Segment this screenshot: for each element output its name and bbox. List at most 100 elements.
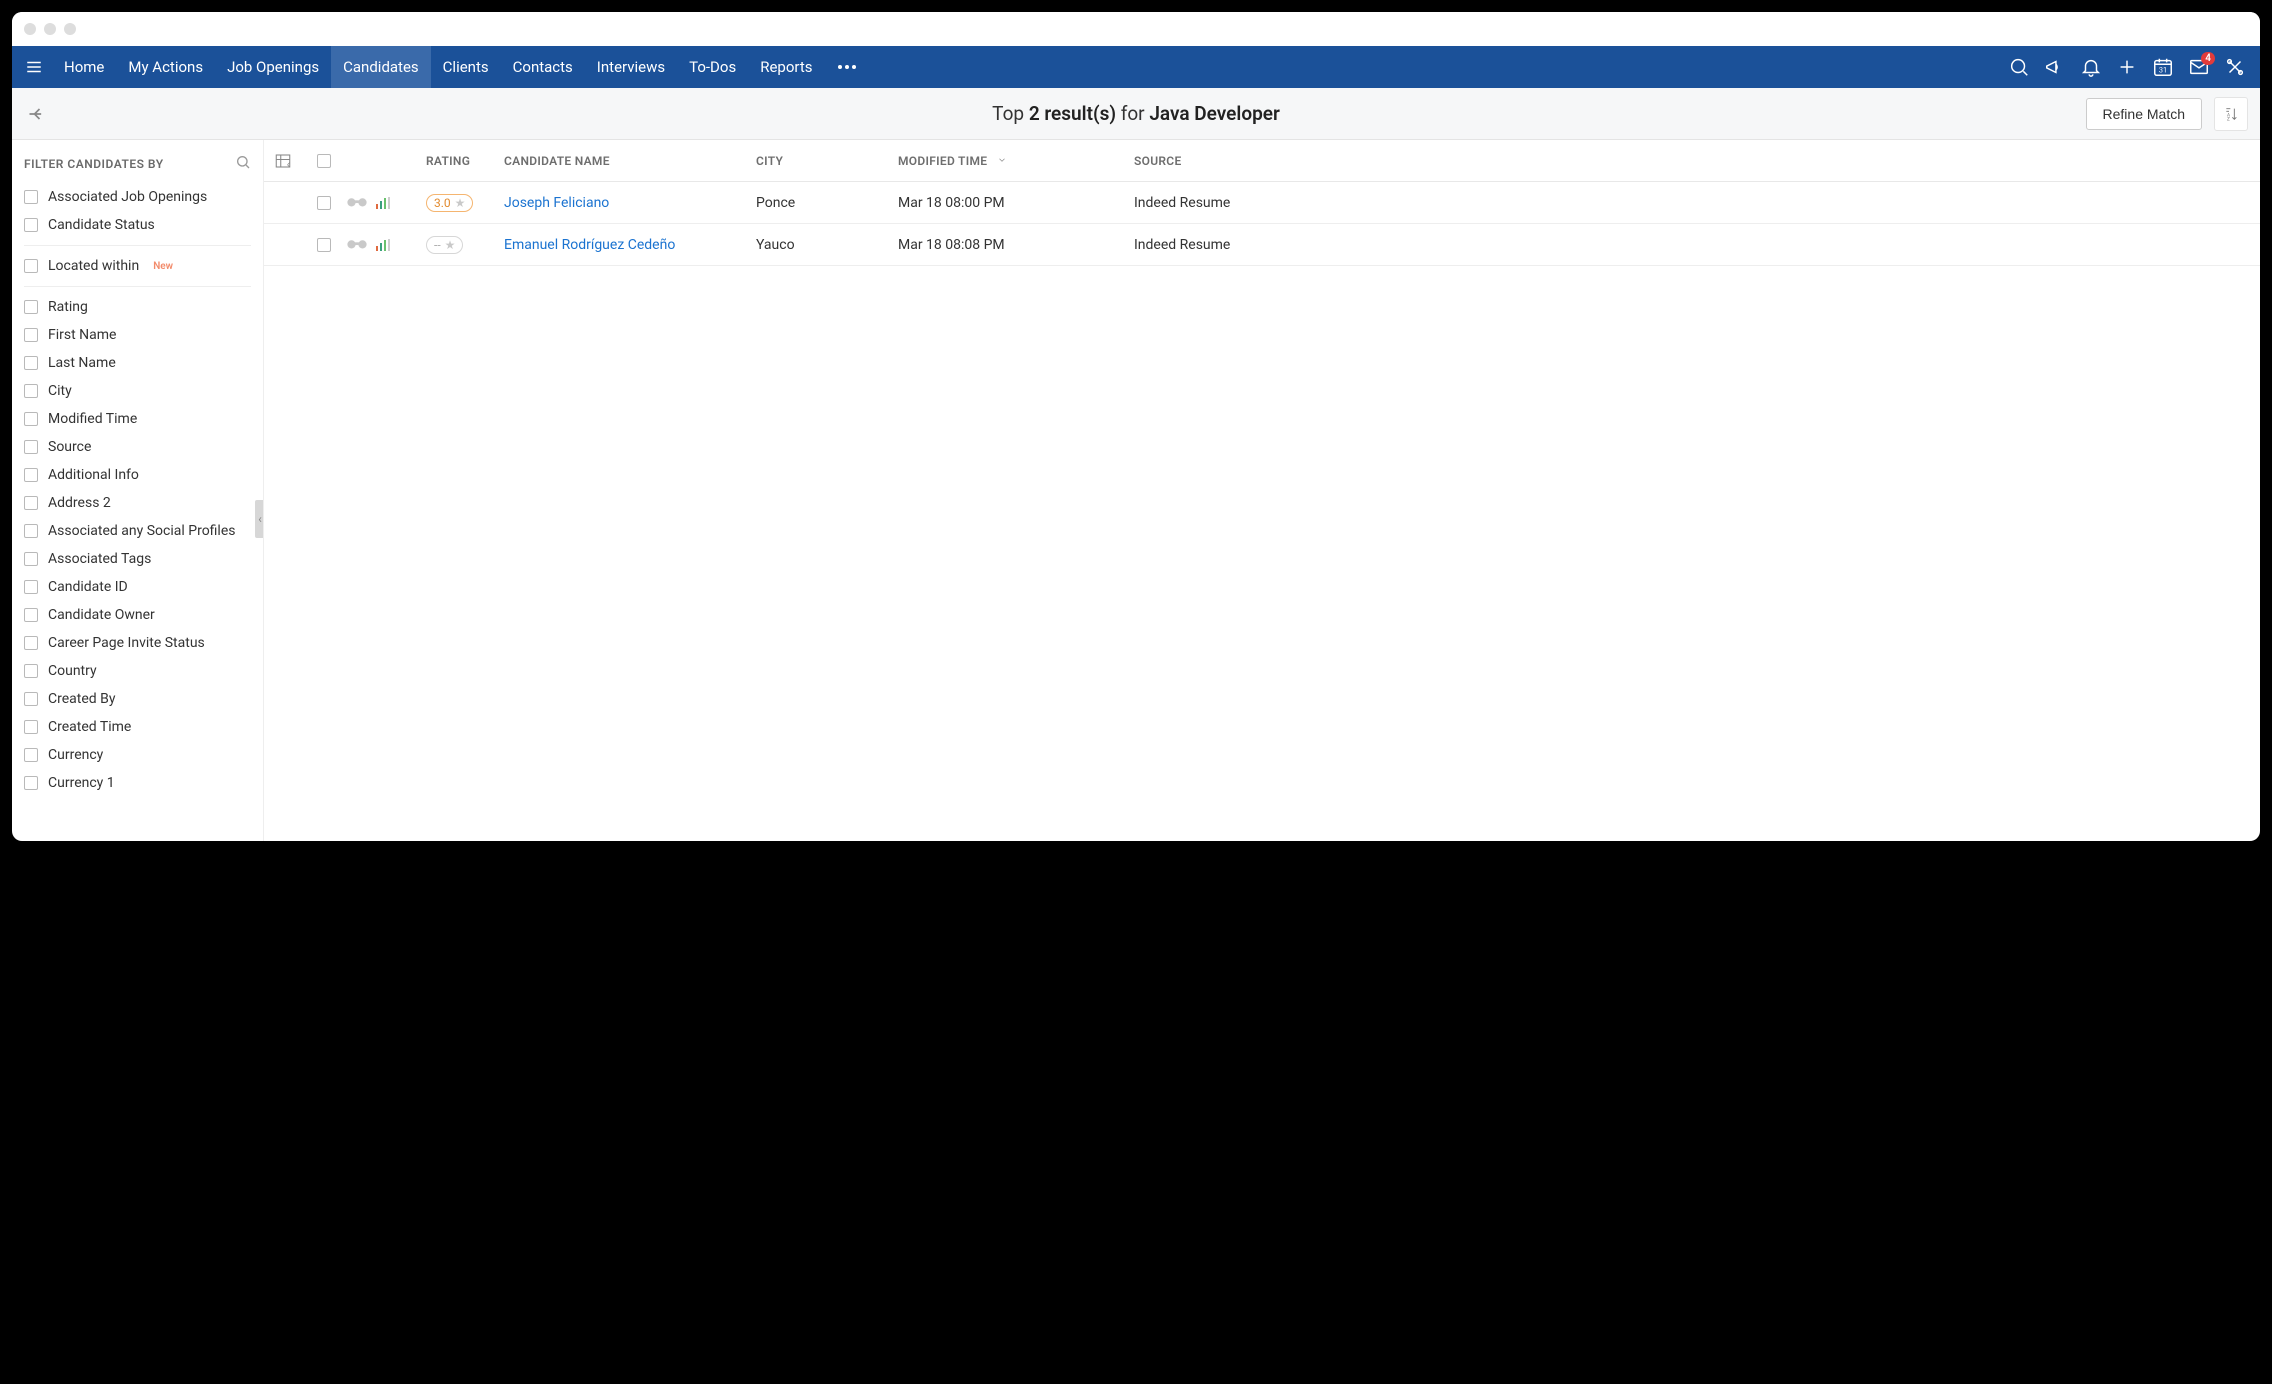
nav-reports[interactable]: Reports (748, 46, 824, 88)
filter-item[interactable]: First Name (12, 321, 263, 349)
filter-item[interactable]: Modified Time (12, 405, 263, 433)
layout-toggle[interactable] (264, 152, 302, 170)
search-icon[interactable] (2008, 56, 2030, 78)
nav-job-openings[interactable]: Job Openings (215, 46, 331, 88)
filter-label: Candidate ID (48, 579, 128, 595)
filter-item[interactable]: Candidate ID (12, 573, 263, 601)
filter-item[interactable]: City (12, 377, 263, 405)
checkbox[interactable] (24, 440, 38, 454)
checkbox[interactable] (24, 608, 38, 622)
checkbox[interactable] (24, 356, 38, 370)
filter-item[interactable]: Career Page Invite Status (12, 629, 263, 657)
nav-clients[interactable]: Clients (431, 46, 501, 88)
mail-icon[interactable]: 4 (2188, 56, 2210, 78)
checkbox[interactable] (24, 720, 38, 734)
titlebar (12, 12, 2260, 46)
table-row[interactable]: --★Emanuel Rodríguez CedeñoYaucoMar 18 0… (264, 224, 2260, 266)
results-count: 2 result(s) (1029, 102, 1116, 125)
filter-label: Created By (48, 691, 115, 707)
table-row[interactable]: 3.0★Joseph FelicianoPonceMar 18 08:00 PM… (264, 182, 2260, 224)
checkbox[interactable] (24, 636, 38, 650)
filter-label: Located within (48, 258, 139, 274)
checkbox[interactable] (24, 692, 38, 706)
modified-cell: Mar 18 08:08 PM (898, 237, 1134, 253)
nav-interviews[interactable]: Interviews (585, 46, 677, 88)
calendar-icon[interactable]: 31 (2152, 56, 2174, 78)
col-source[interactable]: SOURCE (1134, 154, 2260, 168)
menu-icon[interactable] (16, 46, 52, 88)
modified-cell: Mar 18 08:00 PM (898, 195, 1134, 211)
binoculars-icon[interactable] (346, 236, 368, 254)
filter-item[interactable]: Associated Tags (12, 545, 263, 573)
checkbox[interactable] (24, 552, 38, 566)
filters-title: FILTER CANDIDATES BY (24, 157, 164, 171)
checkbox[interactable] (24, 384, 38, 398)
star-icon: ★ (455, 196, 466, 210)
filter-item[interactable]: Candidate Owner (12, 601, 263, 629)
col-city[interactable]: CITY (756, 154, 898, 168)
filter-label: Currency 1 (48, 775, 115, 791)
refine-match-button[interactable]: Refine Match (2086, 98, 2202, 130)
checkbox[interactable] (24, 412, 38, 426)
sort-az-button[interactable]: AZ (2214, 97, 2248, 131)
candidate-link[interactable]: Emanuel Rodríguez Cedeño (504, 237, 675, 253)
tools-icon[interactable] (2224, 56, 2246, 78)
announce-icon[interactable] (2044, 56, 2066, 78)
filter-located-within[interactable]: Located within New (12, 252, 263, 280)
nav-contacts[interactable]: Contacts (501, 46, 585, 88)
nav-candidates[interactable]: Candidates (331, 46, 431, 88)
filter-label: Associated any Social Profiles (48, 523, 236, 539)
filter-item[interactable]: Associated any Social Profiles (12, 517, 263, 545)
filter-item[interactable]: Additional Info (12, 461, 263, 489)
filter-item[interactable]: Associated Job Openings (12, 183, 263, 211)
nav-more[interactable] (824, 46, 869, 88)
checkbox[interactable] (24, 300, 38, 314)
checkbox[interactable] (24, 524, 38, 538)
filter-item[interactable]: Rating (12, 293, 263, 321)
bell-icon[interactable] (2080, 56, 2102, 78)
source-cell: Indeed Resume (1134, 195, 2260, 211)
filter-item[interactable]: Address 2 (12, 489, 263, 517)
binoculars-icon[interactable] (346, 194, 368, 212)
filter-item[interactable]: Country (12, 657, 263, 685)
checkbox[interactable] (24, 218, 38, 232)
filter-item[interactable]: Last Name (12, 349, 263, 377)
checkbox[interactable] (24, 190, 38, 204)
checkbox[interactable] (24, 776, 38, 790)
add-icon[interactable] (2116, 56, 2138, 78)
filter-item[interactable]: Candidate Status (12, 211, 263, 239)
nav-my-actions[interactable]: My Actions (116, 46, 215, 88)
filter-item[interactable]: Created By (12, 685, 263, 713)
checkbox[interactable] (24, 748, 38, 762)
checkbox[interactable] (24, 328, 38, 342)
top-nav: Home My Actions Job Openings Candidates … (12, 46, 2260, 88)
collapse-sidebar[interactable] (255, 500, 264, 538)
minimize-window[interactable] (44, 23, 56, 35)
back-button[interactable] (12, 104, 62, 124)
col-rating[interactable]: RATING (426, 154, 504, 168)
filter-item[interactable]: Currency 1 (12, 769, 263, 797)
nav-home[interactable]: Home (52, 46, 116, 88)
checkbox[interactable] (24, 580, 38, 594)
app-window: Home My Actions Job Openings Candidates … (12, 12, 2260, 841)
col-modified-time[interactable]: MODIFIED TIME (898, 154, 1134, 168)
row-checkbox[interactable] (302, 196, 346, 210)
filter-item[interactable]: Created Time (12, 713, 263, 741)
close-window[interactable] (24, 23, 36, 35)
checkbox[interactable] (24, 468, 38, 482)
col-candidate-name[interactable]: CANDIDATE NAME (504, 154, 756, 168)
filter-search-icon[interactable] (235, 154, 251, 173)
select-all-checkbox[interactable] (302, 154, 346, 168)
filter-label: Career Page Invite Status (48, 635, 205, 651)
nav-todos[interactable]: To-Dos (677, 46, 748, 88)
rating-pill: 3.0★ (426, 194, 473, 212)
row-checkbox[interactable] (302, 238, 346, 252)
checkbox[interactable] (24, 664, 38, 678)
candidate-link[interactable]: Joseph Feliciano (504, 195, 609, 211)
filter-item[interactable]: Source (12, 433, 263, 461)
filter-label: Additional Info (48, 467, 139, 483)
checkbox[interactable] (24, 496, 38, 510)
filter-item[interactable]: Currency (12, 741, 263, 769)
signal-icon (376, 239, 390, 251)
maximize-window[interactable] (64, 23, 76, 35)
